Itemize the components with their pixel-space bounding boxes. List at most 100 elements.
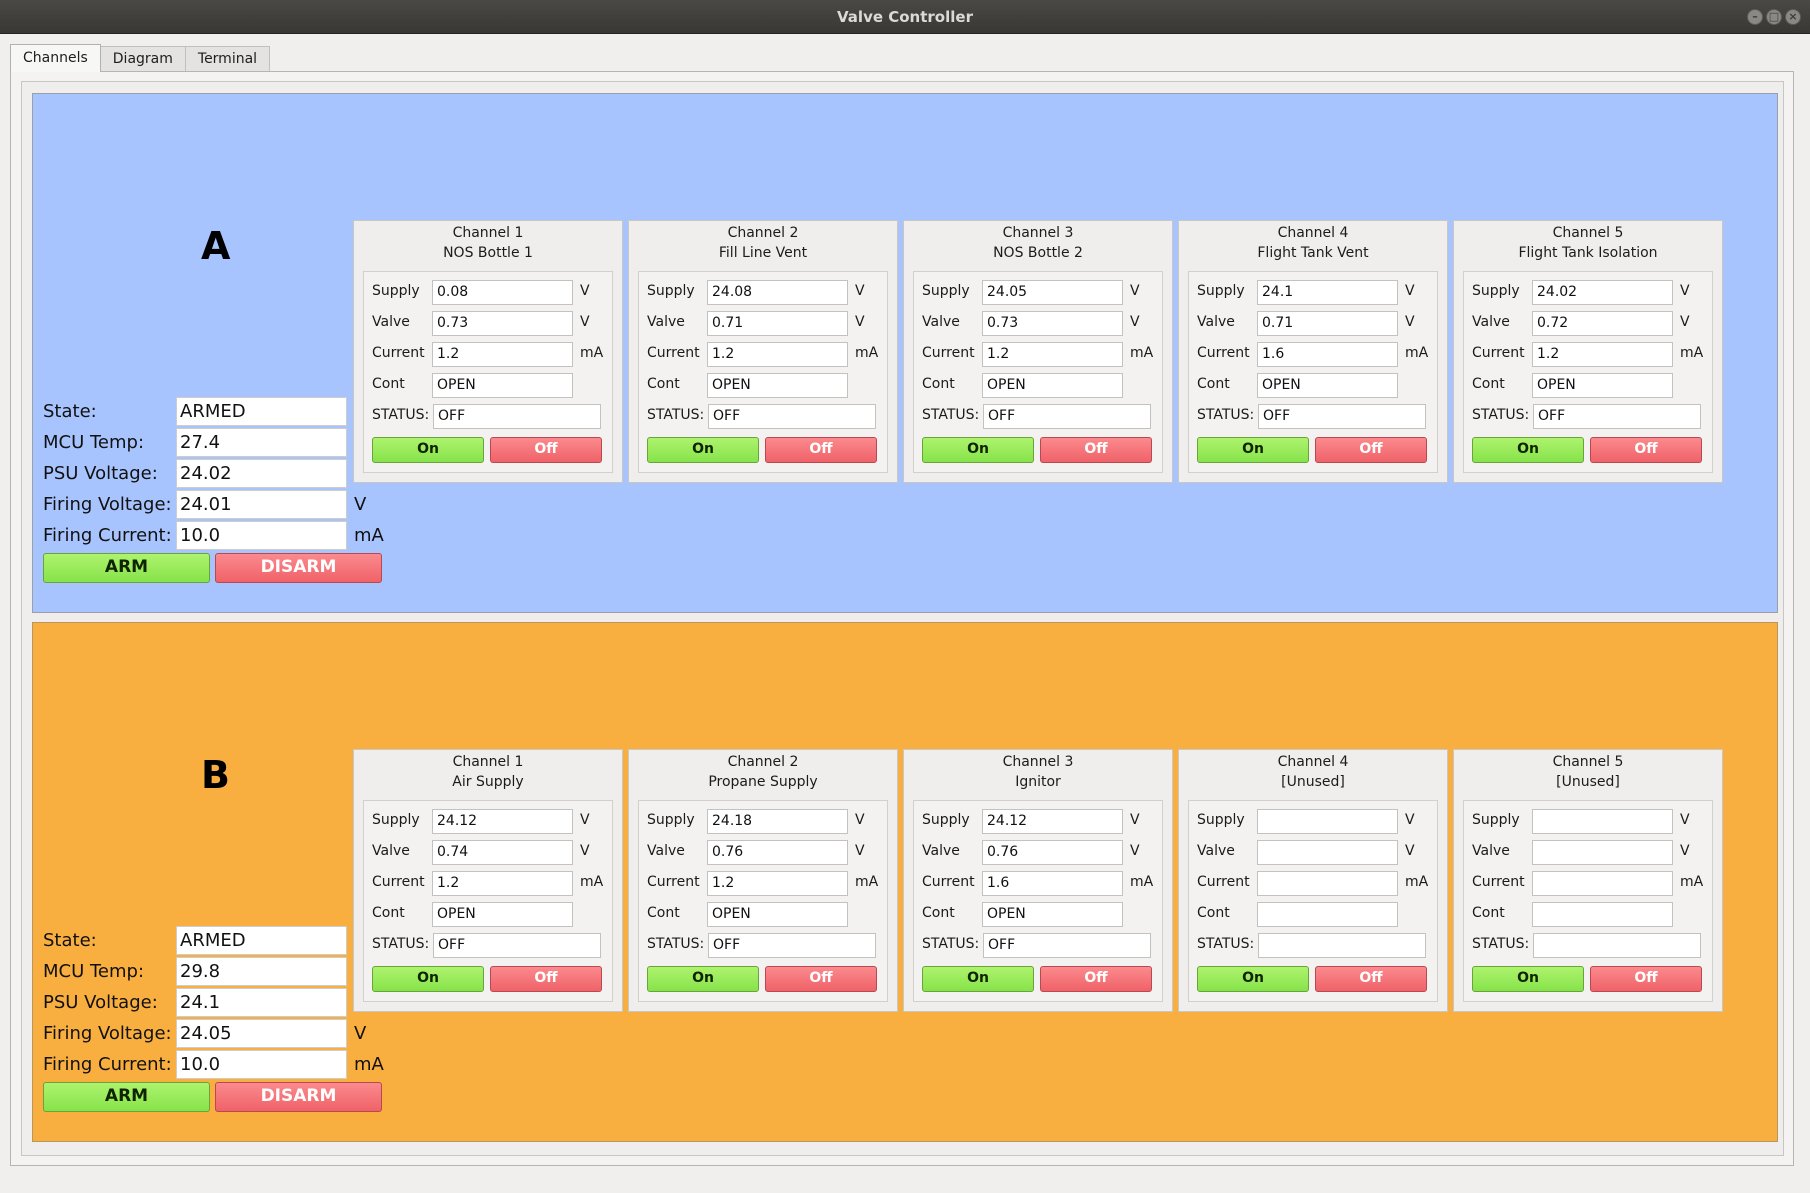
status-field[interactable]: OFF (1258, 404, 1426, 429)
cont-field[interactable] (1532, 902, 1673, 927)
cont-field[interactable]: OPEN (707, 373, 848, 398)
cont-field[interactable] (1257, 902, 1398, 927)
cont-field[interactable]: OPEN (982, 902, 1123, 927)
status-field[interactable]: OFF (708, 404, 876, 429)
channel-on-button[interactable]: On (1472, 437, 1584, 463)
status-field[interactable]: OFF (1533, 404, 1701, 429)
cont-field[interactable]: OPEN (707, 902, 848, 927)
supply-field[interactable]: 24.02 (1532, 280, 1673, 305)
current-field[interactable]: 1.2 (1532, 342, 1673, 367)
supply-field[interactable] (1532, 809, 1673, 834)
close-icon[interactable]: × (1785, 9, 1801, 25)
psu-voltage-field[interactable]: 24.1 (176, 988, 347, 1017)
status-field[interactable]: OFF (433, 404, 601, 429)
mcu-temp-field[interactable]: 29.8 (176, 957, 347, 986)
cont-field[interactable]: OPEN (1532, 373, 1673, 398)
current-field[interactable]: 1.2 (432, 871, 573, 896)
status-label: STATUS: (1472, 936, 1530, 952)
valve-field[interactable]: 0.71 (707, 311, 848, 336)
channel-off-button[interactable]: Off (765, 437, 877, 463)
state-field[interactable]: ARMED (176, 397, 347, 426)
status-field[interactable]: OFF (708, 933, 876, 958)
channel-on-button[interactable]: On (372, 437, 484, 463)
mcu-temp-row: MCU Temp:29.8°C (43, 957, 383, 987)
current-field[interactable]: 1.6 (982, 871, 1123, 896)
status-field[interactable] (1258, 933, 1426, 958)
valve-field[interactable]: 0.72 (1532, 311, 1673, 336)
maximize-icon[interactable]: □ (1766, 9, 1782, 25)
firing-voltage-field[interactable]: 24.05 (176, 1019, 347, 1048)
psu-voltage-field[interactable]: 24.02 (176, 459, 347, 488)
channel-off-button[interactable]: Off (1315, 437, 1427, 463)
channel-on-button[interactable]: On (647, 966, 759, 992)
current-field[interactable]: 1.2 (982, 342, 1123, 367)
channel-on-button[interactable]: On (1472, 966, 1584, 992)
current-field[interactable]: 1.2 (432, 342, 573, 367)
channel-header: Channel 2 Fill Line Vent (629, 223, 897, 263)
channel-off-button[interactable]: Off (1040, 437, 1152, 463)
channel-off-button[interactable]: Off (490, 437, 602, 463)
state-field[interactable]: ARMED (176, 926, 347, 955)
status-label: STATUS: (372, 936, 430, 952)
valve-field[interactable] (1257, 840, 1398, 865)
cont-field[interactable]: OPEN (1257, 373, 1398, 398)
channel-on-button[interactable]: On (372, 966, 484, 992)
channel-off-button[interactable]: Off (1590, 966, 1702, 992)
cont-label: Cont (1197, 376, 1230, 392)
current-field[interactable]: 1.6 (1257, 342, 1398, 367)
channel-title: Channel 1 (452, 225, 524, 241)
valve-field[interactable]: 0.74 (432, 840, 573, 865)
disarm-button[interactable]: DISARM (215, 553, 382, 583)
supply-field[interactable]: 24.1 (1257, 280, 1398, 305)
tab-terminal[interactable]: Terminal (184, 46, 271, 72)
disarm-button[interactable]: DISARM (215, 1082, 382, 1112)
unit-label: V (855, 812, 865, 828)
minimize-icon[interactable]: – (1747, 9, 1763, 25)
supply-field[interactable]: 24.12 (432, 809, 573, 834)
status-field[interactable]: OFF (433, 933, 601, 958)
arm-button[interactable]: ARM (43, 553, 210, 583)
supply-field[interactable]: 24.12 (982, 809, 1123, 834)
channel-on-button[interactable]: On (1197, 437, 1309, 463)
valve-field[interactable]: 0.71 (1257, 311, 1398, 336)
channel-panel: Channel 5 [Unused] Supply V Valve V Current mA C… (1453, 749, 1723, 1012)
tab-diagram[interactable]: Diagram (99, 46, 186, 72)
channel-off-button[interactable]: Off (1315, 966, 1427, 992)
tab-channels[interactable]: Channels (10, 44, 101, 72)
channel-on-button[interactable]: On (922, 966, 1034, 992)
supply-field[interactable]: 24.18 (707, 809, 848, 834)
supply-field[interactable] (1257, 809, 1398, 834)
supply-field[interactable]: 0.08 (432, 280, 573, 305)
firing-current-field[interactable]: 10.0 (176, 521, 347, 550)
mcu-temp-field[interactable]: 27.4 (176, 428, 347, 457)
cont-field[interactable]: OPEN (432, 373, 573, 398)
valve-field[interactable]: 0.73 (982, 311, 1123, 336)
supply-field[interactable]: 24.08 (707, 280, 848, 305)
channel-off-button[interactable]: Off (765, 966, 877, 992)
status-field[interactable] (1533, 933, 1701, 958)
channel-on-button[interactable]: On (922, 437, 1034, 463)
channel-off-button[interactable]: Off (1590, 437, 1702, 463)
cont-label: Cont (922, 376, 955, 392)
firing-voltage-field[interactable]: 24.01 (176, 490, 347, 519)
valve-field[interactable]: 0.73 (432, 311, 573, 336)
channel-off-button[interactable]: Off (490, 966, 602, 992)
current-field[interactable] (1532, 871, 1673, 896)
cont-field[interactable]: OPEN (982, 373, 1123, 398)
channel-on-button[interactable]: On (1197, 966, 1309, 992)
status-field[interactable]: OFF (983, 404, 1151, 429)
firing-current-field[interactable]: 10.0 (176, 1050, 347, 1079)
arm-button[interactable]: ARM (43, 1082, 210, 1112)
channel-on-button[interactable]: On (647, 437, 759, 463)
channel-off-button[interactable]: Off (1040, 966, 1152, 992)
valve-field[interactable] (1532, 840, 1673, 865)
status-field[interactable]: OFF (983, 933, 1151, 958)
cont-field[interactable]: OPEN (432, 902, 573, 927)
current-field[interactable]: 1.2 (707, 342, 848, 367)
current-field[interactable] (1257, 871, 1398, 896)
valve-field[interactable]: 0.76 (707, 840, 848, 865)
current-field[interactable]: 1.2 (707, 871, 848, 896)
valve-field[interactable]: 0.76 (982, 840, 1123, 865)
controller-groups-container: AState:ARMEDMCU Temp:27.4°CPSU Voltage:2… (21, 81, 1784, 1156)
supply-field[interactable]: 24.05 (982, 280, 1123, 305)
